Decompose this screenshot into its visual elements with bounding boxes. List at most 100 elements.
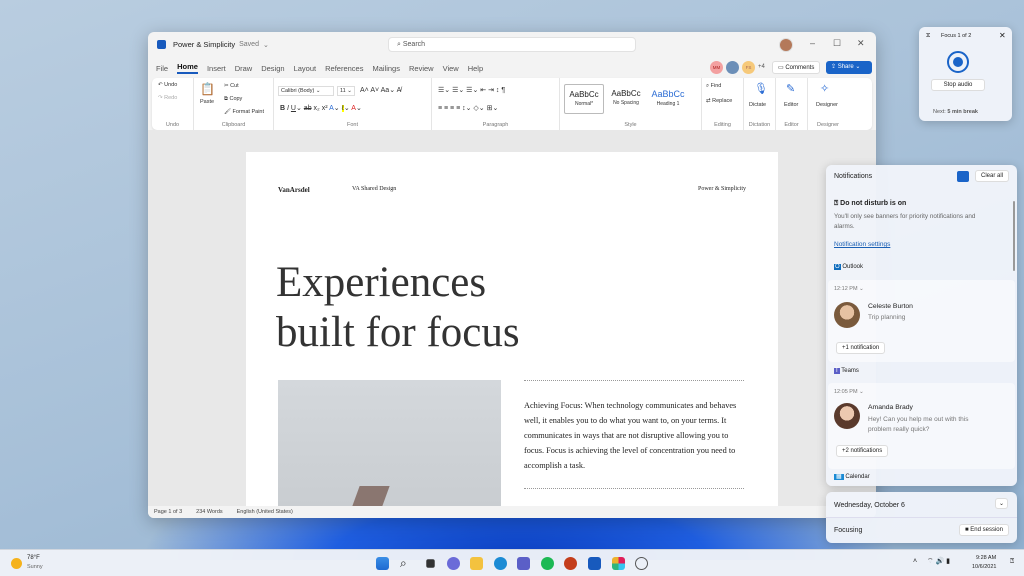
replace-button[interactable]: ⇄ Replace — [706, 98, 732, 104]
font-name-select[interactable]: Calibri (Body) ⌄ — [278, 86, 334, 96]
status-bar: Page 1 of 3 234 Words English (United St… — [148, 506, 876, 518]
file-explorer-icon[interactable] — [470, 557, 483, 570]
tab-design[interactable]: Design — [261, 64, 284, 73]
teams-icon[interactable] — [517, 557, 530, 570]
focus-assist-icon[interactable]: ⍰ — [1010, 558, 1014, 566]
tab-references[interactable]: References — [325, 64, 363, 73]
notification-card[interactable]: 12:12 PM ⌄ Celeste Burton Trip planning … — [828, 280, 1015, 362]
format-paint-button[interactable]: 🖌 Format Paint — [224, 109, 264, 115]
find-button[interactable]: ⌕ Find — [706, 83, 721, 90]
weather-temp[interactable]: 78°F — [27, 555, 40, 561]
collaborator-avatar[interactable] — [726, 61, 739, 74]
comments-button[interactable]: ▭ Comments — [772, 61, 821, 74]
clock-time[interactable]: 9:28 AM — [976, 555, 996, 561]
cut-button[interactable]: ✂ Cut — [224, 83, 239, 89]
font-format-buttons[interactable]: B I U⌄ ab x₂ x² A⌄ ℓ⌄ A⌄ — [280, 104, 362, 112]
undo-button[interactable]: ↶ Undo — [158, 82, 177, 88]
tab-file[interactable]: File — [156, 64, 168, 73]
spotify-icon[interactable] — [541, 557, 554, 570]
word-window: Power & Simplicity Saved ⌄ ⌕ Search – ☐ … — [148, 32, 876, 518]
tab-review[interactable]: Review — [409, 64, 434, 73]
search-input[interactable]: ⌕ Search — [388, 37, 636, 52]
style-heading-1[interactable]: AaBbCc Heading 1 — [648, 84, 688, 114]
tab-layout[interactable]: Layout — [294, 64, 317, 73]
search-icon[interactable]: ⌕ — [400, 557, 413, 570]
clock-icon[interactable] — [635, 557, 648, 570]
minimize-button[interactable]: – — [810, 38, 815, 48]
close-icon[interactable]: ✕ — [999, 31, 1006, 40]
task-view-icon[interactable] — [426, 559, 435, 568]
sender-name: Amanda Brady — [868, 404, 913, 411]
more-notifications-button[interactable]: +2 notifications — [836, 445, 889, 457]
message-text: Trip planning — [868, 314, 906, 321]
user-avatar[interactable] — [779, 38, 793, 52]
stop-audio-button[interactable]: Stop audio — [931, 79, 985, 91]
dnd-title: ⍰ Do not disturb is on — [834, 200, 907, 207]
language[interactable]: English (United States) — [237, 506, 293, 518]
font-group: Calibri (Body) ⌄ 11 ⌄ A˄ A˅ Aa⌄ A̸ B I U… — [274, 78, 432, 130]
sun-icon[interactable] — [11, 558, 22, 569]
tab-home[interactable]: Home — [177, 62, 198, 74]
tab-view[interactable]: View — [443, 64, 459, 73]
clear-all-button[interactable]: Clear all — [975, 170, 1010, 182]
word-icon[interactable] — [588, 557, 601, 570]
paste-button[interactable]: Paste — [200, 99, 214, 105]
share-button[interactable]: ⇪ Share ⌄ — [826, 61, 872, 74]
designer-icon: ✧ — [820, 83, 830, 95]
word-count[interactable]: 234 Words — [196, 506, 223, 518]
chat-icon[interactable] — [447, 557, 460, 570]
weather-condition[interactable]: Sunny — [27, 564, 43, 570]
editor-button[interactable]: Editor — [784, 102, 798, 108]
collaborator-avatar[interactable]: FS — [742, 61, 755, 74]
editor-group: ✎ Editor Editor — [776, 78, 808, 130]
dictate-button[interactable]: Dictate — [749, 102, 766, 108]
style-no-spacing[interactable]: AaBbCc No Spacing — [606, 84, 646, 114]
undo-group: ↶ Undo ↷ Redo Undo — [152, 78, 194, 130]
slack-icon[interactable] — [612, 557, 625, 570]
tab-help[interactable]: Help — [468, 64, 483, 73]
system-tray-icons[interactable]: ⌔ 🔊 ▮ — [927, 557, 950, 566]
copy-button[interactable]: ⧉ Copy — [224, 96, 242, 103]
calendar-date: Wednesday, October 6 — [834, 502, 905, 509]
scrollbar[interactable] — [1013, 201, 1015, 271]
focus-icon: ⧖ — [926, 33, 931, 39]
divider — [524, 380, 744, 381]
tab-insert[interactable]: Insert — [207, 64, 226, 73]
start-icon[interactable] — [376, 557, 389, 570]
chevron-down-icon[interactable]: ⌄ — [263, 41, 269, 49]
more-notifications-button[interactable]: +1 notification — [836, 342, 886, 354]
sender-name: Celeste Burton — [868, 303, 913, 310]
edge-icon[interactable] — [494, 557, 507, 570]
dnd-text: You'll only see banners for priority not… — [834, 213, 976, 230]
chevron-up-icon[interactable]: ˄ — [913, 558, 917, 565]
redo-button[interactable]: ↷ Redo — [158, 95, 177, 101]
maximize-button[interactable]: ☐ — [833, 38, 841, 49]
page-count[interactable]: Page 1 of 3 — [154, 506, 182, 518]
list-buttons[interactable]: ☰⌄ ☰⌄ ☰⌄ ⇤ ⇥ ↕ ¶ — [438, 86, 505, 94]
style-normal[interactable]: AaBbCc Normal* — [564, 84, 604, 114]
notification-card[interactable]: 12:05 PM ⌄ Amanda Brady Hey! Can you hel… — [828, 383, 1015, 469]
collaborator-avatar[interactable]: MM — [710, 61, 723, 74]
group-label: Designer — [816, 122, 839, 128]
align-buttons[interactable]: ≡ ≡ ≡ ≡ ↕⌄ ◇⌄ ⊞⌄ — [438, 104, 498, 112]
collaborators-more[interactable]: +4 — [758, 64, 765, 70]
font-size-controls[interactable]: A˄ A˅ Aa⌄ A̸ — [360, 86, 401, 94]
teams-icon: T — [834, 368, 840, 374]
powerpoint-icon[interactable] — [564, 557, 577, 570]
tab-draw[interactable]: Draw — [235, 64, 253, 73]
saved-status[interactable]: Saved — [239, 41, 259, 48]
building-image — [278, 380, 501, 506]
dnd-toggle-icon[interactable] — [957, 171, 969, 182]
designer-button[interactable]: Designer — [816, 102, 838, 108]
notification-settings-link[interactable]: Notification settings — [834, 241, 890, 248]
brand-logo: VanArsdel — [278, 186, 310, 194]
stop-icon: ■ — [965, 527, 969, 533]
clock-date[interactable]: 10/6/2021 — [972, 564, 996, 570]
document-page[interactable]: VanArsdel VA Shared Design Power & Simpl… — [246, 152, 778, 506]
font-size-select[interactable]: 11 ⌄ — [337, 86, 355, 96]
expand-calendar-button[interactable]: ⌄ — [995, 498, 1009, 509]
tab-mailings[interactable]: Mailings — [372, 64, 400, 73]
document-title[interactable]: Power & Simplicity — [173, 40, 235, 49]
close-button[interactable]: ✕ — [857, 38, 865, 49]
end-session-button[interactable]: ■ End session — [959, 524, 1009, 536]
